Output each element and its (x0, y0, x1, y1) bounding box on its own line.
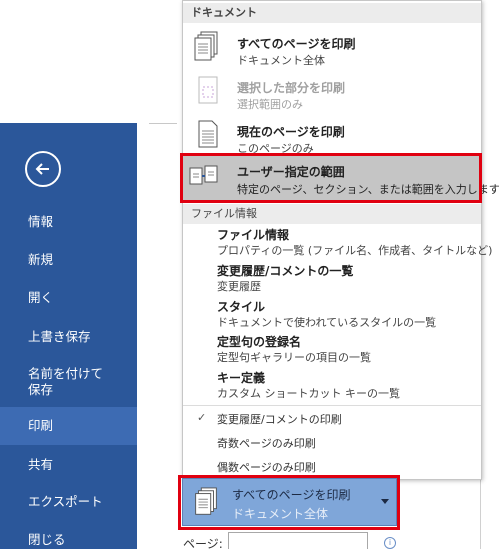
menu-divider (183, 405, 481, 406)
option-subtitle: 定型句ギャラリーの項目の一覧 (217, 351, 371, 364)
pages-input[interactable] (228, 532, 368, 549)
option-title: ファイル情報 (217, 228, 290, 242)
highlight-frame (180, 153, 482, 203)
option-key-assignments[interactable]: キー定義 カスタム ショートカット キーの一覧 (217, 370, 400, 402)
option-title: 現在のページを印刷 (237, 125, 345, 139)
toggle-even-pages[interactable]: 偶数ページのみ印刷 (217, 459, 316, 475)
highlight-frame (178, 475, 400, 530)
option-title: スタイル (217, 300, 266, 314)
nav-item-close[interactable]: 閉じる (0, 532, 137, 548)
option-markup-list[interactable]: 変更履歴/コメントの一覧 変更履歴 (217, 263, 353, 295)
nav-item-print[interactable]: 印刷 (0, 407, 137, 445)
option-title: すべてのページを印刷 (237, 37, 356, 51)
nav-item-save[interactable]: 上書き保存 (0, 329, 137, 345)
option-title: キー定義 (217, 371, 266, 385)
checkmark-icon: ✓ (197, 411, 207, 424)
single-page-icon (198, 120, 218, 148)
option-title: 変更履歴/コメントの一覧 (217, 264, 354, 278)
nav-item-info[interactable]: 情報 (0, 214, 137, 230)
option-subtitle: プロパティの一覧 (ファイル名、作成者、タイトルなど) (217, 244, 493, 257)
backstage-nav: 情報 新規 開く 上書き保存 名前を付けて保存 印刷 共有 エクスポート 閉じる (0, 123, 137, 549)
option-subtitle: ドキュメントで使われているスタイルの一覧 (217, 316, 437, 329)
back-button[interactable] (25, 151, 61, 187)
toggle-odd-pages[interactable]: 奇数ページのみ印刷 (217, 435, 316, 451)
option-title: 定型句の登録名 (217, 335, 302, 349)
selection-page-icon (198, 76, 218, 104)
option-print-selection: 選択した部分を印刷 選択範囲のみ (183, 71, 481, 117)
option-autotext[interactable]: 定型句の登録名 定型句ギャラリーの項目の一覧 (217, 334, 371, 366)
nav-item-save-as[interactable]: 名前を付けて保存 (0, 366, 110, 398)
option-subtitle: ドキュメント全体 (237, 54, 325, 67)
file-info-section-header: ファイル情報 (183, 204, 481, 224)
nav-item-open[interactable]: 開く (0, 290, 137, 306)
document-section-header: ドキュメント (183, 3, 481, 23)
pages-stack-icon (194, 31, 218, 61)
print-range-dropdown: ドキュメント すべてのページを印刷 ドキュメント全体 選択した部分を印刷 選択範… (180, 0, 500, 480)
pages-label: ページ: (183, 537, 223, 549)
info-icon[interactable]: i (384, 537, 396, 549)
option-subtitle: カスタム ショートカット キーの一覧 (217, 387, 400, 400)
pane-divider (149, 123, 177, 124)
toggle-print-markup[interactable]: 変更履歴/コメントの印刷 (217, 411, 342, 427)
option-styles[interactable]: スタイル ドキュメントで使われているスタイルの一覧 (217, 299, 436, 331)
option-print-all-pages[interactable]: すべてのページを印刷 ドキュメント全体 (183, 27, 481, 73)
arrow-left-icon (35, 163, 49, 175)
option-file-info[interactable]: ファイル情報 プロパティの一覧 (ファイル名、作成者、タイトルなど) (217, 227, 492, 259)
option-subtitle: 変更履歴 (217, 280, 261, 293)
option-title: 選択した部分を印刷 (237, 81, 346, 95)
nav-item-new[interactable]: 新規 (0, 252, 137, 268)
nav-item-export[interactable]: エクスポート (0, 494, 137, 510)
option-subtitle: 選択範囲のみ (237, 98, 303, 111)
nav-item-share[interactable]: 共有 (0, 457, 137, 473)
